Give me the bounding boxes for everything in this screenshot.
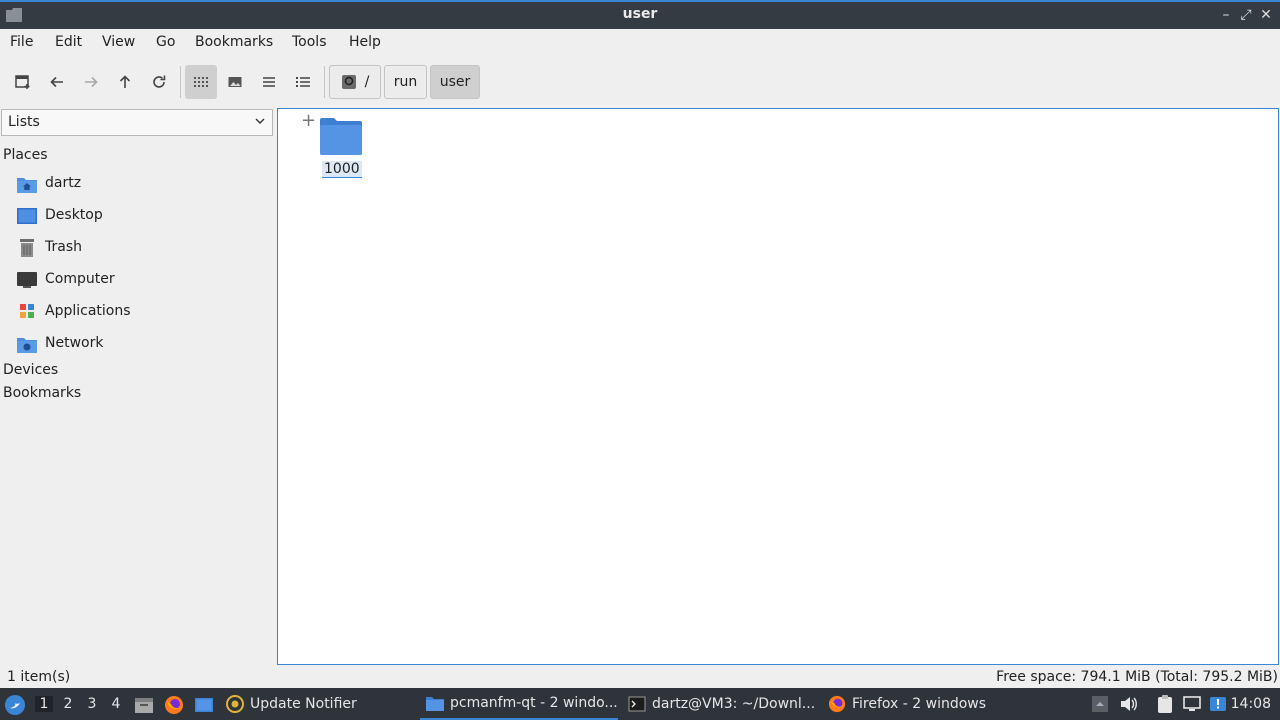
- grid-view-icon: [194, 77, 208, 87]
- arrow-left-icon: [50, 76, 63, 88]
- menu-bookmarks[interactable]: Bookmarks: [195, 34, 273, 50]
- selection-plus-icon[interactable]: +: [301, 110, 316, 131]
- detail-view-button[interactable]: [287, 65, 319, 99]
- path-segment-run[interactable]: run: [384, 65, 427, 99]
- path-segment-label: user: [439, 74, 471, 90]
- menu-bar: File Edit View Go Bookmarks Tools Help: [0, 29, 1280, 57]
- network-icon: [17, 338, 37, 353]
- home-folder-icon: [17, 178, 37, 193]
- desktop-switch-2[interactable]: 2: [59, 696, 77, 712]
- reload-button[interactable]: [143, 65, 175, 99]
- sidebar-item-network[interactable]: Network: [16, 329, 271, 359]
- task-pcmanfm[interactable]: pcmanfm-qt - 2 windo...: [420, 688, 618, 720]
- firefox-icon: [828, 695, 846, 713]
- new-tab-button[interactable]: [7, 65, 39, 99]
- sidebar-item-trash[interactable]: Trash: [16, 233, 271, 263]
- drive-icon: [341, 75, 356, 89]
- menu-help[interactable]: Help: [349, 34, 381, 50]
- computer-icon: [17, 272, 37, 288]
- menu-view[interactable]: View: [102, 34, 135, 50]
- file-view[interactable]: [277, 108, 1279, 665]
- task-terminal[interactable]: dartz@VM3: ~/Downl...: [628, 688, 815, 720]
- back-button[interactable]: [41, 65, 73, 99]
- task-update-notifier[interactable]: Update Notifier: [226, 688, 357, 720]
- path-root-button[interactable]: /: [329, 65, 381, 99]
- sidebar-item-label: dartz: [45, 175, 82, 191]
- menu-tools[interactable]: Tools: [292, 34, 327, 50]
- path-segment-user[interactable]: user: [430, 65, 480, 99]
- terminal-icon: [628, 696, 646, 712]
- menu-file[interactable]: File: [10, 34, 33, 50]
- sidebar-item-desktop[interactable]: Desktop: [16, 201, 271, 231]
- places-header[interactable]: Places: [3, 147, 48, 163]
- toolbar: / run user: [0, 60, 1280, 106]
- icon-view-button[interactable]: [185, 65, 217, 99]
- show-desktop-icon[interactable]: [194, 695, 214, 715]
- new-tab-icon: [15, 75, 30, 89]
- task-firefox[interactable]: Firefox - 2 windows: [828, 688, 986, 720]
- side-pane-mode-select[interactable]: Lists: [1, 109, 273, 136]
- file-manager-launcher-icon[interactable]: [134, 695, 154, 715]
- window-title: user: [622, 6, 658, 22]
- file-item-label: 1000: [322, 161, 362, 178]
- sidebar-item-label: Trash: [45, 239, 82, 255]
- folder-icon: [320, 118, 362, 155]
- taskbar: 1 2 3 4 Update Notifier pcmanfm-qt - 2 w…: [0, 688, 1280, 720]
- image-view-icon: [228, 77, 242, 87]
- up-button[interactable]: [109, 65, 141, 99]
- volume-icon[interactable]: [1118, 694, 1138, 714]
- applications-icon: [20, 304, 34, 318]
- maximize-button[interactable]: ⤢: [1237, 6, 1255, 24]
- folder-icon: [426, 697, 444, 711]
- task-label: pcmanfm-qt - 2 windo...: [450, 695, 618, 711]
- sidebar-item-dartz[interactable]: dartz: [16, 169, 271, 199]
- network-status-icon[interactable]: [1182, 694, 1202, 714]
- close-button[interactable]: ✕: [1257, 6, 1275, 24]
- list-lines-icon: [263, 77, 275, 87]
- thumbnail-view-button[interactable]: [219, 65, 251, 99]
- menu-edit[interactable]: Edit: [55, 34, 82, 50]
- bookmarks-header[interactable]: Bookmarks: [3, 385, 81, 401]
- devices-header[interactable]: Devices: [3, 362, 58, 378]
- title-bar[interactable]: user – ⤢ ✕: [0, 0, 1280, 29]
- compact-view-button[interactable]: [253, 65, 285, 99]
- clock[interactable]: 14:08: [1231, 696, 1271, 712]
- desktop-switch-1[interactable]: 1: [35, 696, 53, 712]
- update-notifier-icon: [226, 695, 244, 713]
- start-menu-icon[interactable]: [4, 694, 26, 716]
- desktop-icon: [17, 208, 37, 224]
- arrow-up-icon: [119, 75, 131, 88]
- sidebar-item-label: Computer: [45, 271, 115, 287]
- firefox-launcher-icon[interactable]: [164, 695, 184, 715]
- menu-go[interactable]: Go: [156, 34, 175, 50]
- trash-icon: [20, 239, 34, 257]
- sidebar-item-label: Network: [45, 335, 104, 351]
- status-free-space: Free space: 794.1 MiB (Total: 795.2 MiB): [996, 669, 1278, 685]
- desktop-switch-4[interactable]: 4: [107, 696, 125, 712]
- desktop-switch-3[interactable]: 3: [83, 696, 101, 712]
- task-label: dartz@VM3: ~/Downl...: [652, 696, 816, 712]
- minimize-button[interactable]: –: [1217, 6, 1235, 24]
- task-label: Update Notifier: [250, 696, 357, 712]
- detail-list-icon: [296, 77, 310, 87]
- path-root-label: /: [364, 74, 370, 90]
- tray-expand-icon[interactable]: [1090, 694, 1110, 714]
- forward-button[interactable]: [75, 65, 107, 99]
- reload-icon: [153, 75, 166, 88]
- chevron-down-icon: [255, 118, 265, 124]
- arrow-right-icon: [85, 76, 98, 88]
- sidebar-item-applications[interactable]: Applications: [16, 297, 271, 327]
- update-alert-icon[interactable]: [1208, 694, 1228, 714]
- sidebar-item-label: Desktop: [45, 207, 103, 223]
- path-segment-label: run: [393, 74, 418, 90]
- clipboard-icon[interactable]: [1155, 694, 1175, 714]
- file-item[interactable]: 1000: [316, 116, 368, 184]
- sidebar-item-computer[interactable]: Computer: [16, 265, 271, 295]
- side-pane-mode-value: Lists: [8, 114, 40, 130]
- sidebar-item-label: Applications: [45, 303, 131, 319]
- task-label: Firefox - 2 windows: [852, 696, 987, 712]
- status-item-count: 1 item(s): [7, 669, 71, 685]
